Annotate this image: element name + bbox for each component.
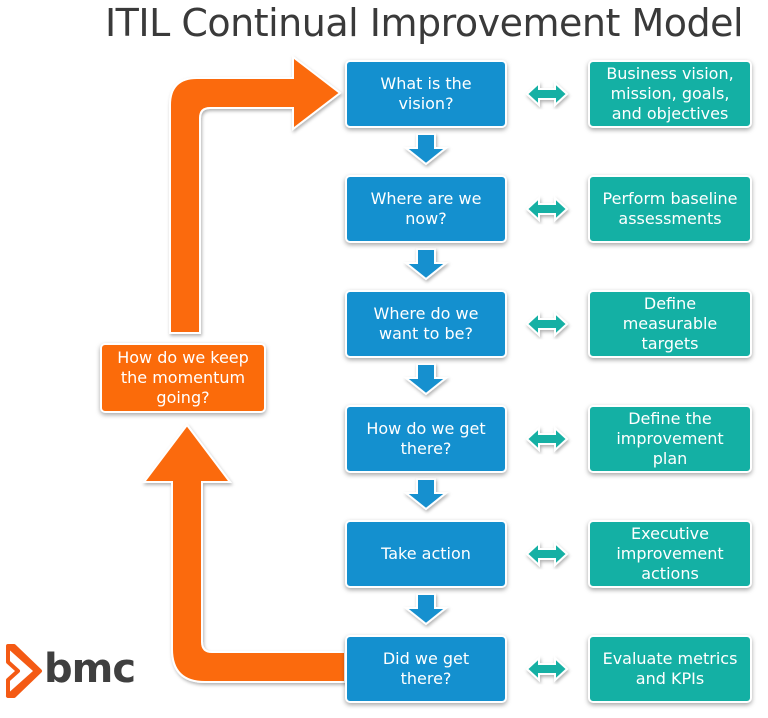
bidirectional-arrow-icon <box>525 655 569 683</box>
step-box: Did we get there? <box>345 635 507 703</box>
outcome-box: Business vision, mission, goals, and obj… <box>588 60 752 128</box>
bidirectional-arrow-icon <box>525 425 569 453</box>
bmc-logo-text: bmc <box>44 646 136 692</box>
down-arrow-icon <box>403 248 449 281</box>
outcome-text: Define the improvement plan <box>616 409 724 468</box>
bidirectional-arrow-icon <box>525 80 569 108</box>
step-question: Did we get there? <box>382 649 470 688</box>
outcome-box: Executive improvement actions <box>588 520 752 588</box>
bidirectional-arrow-icon <box>525 195 569 223</box>
step-question: What is the vision? <box>380 74 472 113</box>
step-box: Where do we want to be? <box>345 290 507 358</box>
down-arrow-icon <box>403 478 449 511</box>
outcome-text: Define measurable targets <box>622 294 718 353</box>
down-arrow-icon <box>403 363 449 396</box>
outcome-text: Business vision, mission, goals, and obj… <box>606 64 734 123</box>
bidirectional-arrow-icon <box>525 540 569 568</box>
outcome-box: Define measurable targets <box>588 290 752 358</box>
step-question: Where are we now? <box>370 189 482 228</box>
loop-box-label: How do we keep the momentum going? <box>117 348 249 407</box>
bmc-chevron-logo-icon <box>6 644 42 698</box>
down-arrow-icon <box>403 593 449 626</box>
step-question: How do we get there? <box>366 419 486 458</box>
step-box: What is the vision? <box>345 60 507 128</box>
step-box: Take action <box>345 520 507 588</box>
loop-box-momentum: How do we keep the momentum going? <box>100 343 266 413</box>
outcome-box: Evaluate metrics and KPIs <box>588 635 752 703</box>
bidirectional-arrow-icon <box>525 310 569 338</box>
step-question: Where do we want to be? <box>373 304 479 343</box>
loop-arrow-bottom <box>141 423 346 683</box>
step-box: How do we get there? <box>345 405 507 473</box>
outcome-text: Evaluate metrics and KPIs <box>602 649 738 688</box>
outcome-text: Perform baseline assessments <box>602 189 738 228</box>
outcome-box: Perform baseline assessments <box>588 175 752 243</box>
step-question: Take action <box>381 544 471 563</box>
outcome-box: Define the improvement plan <box>588 405 752 473</box>
down-arrow-icon <box>403 133 449 166</box>
outcome-text: Executive improvement actions <box>616 524 724 583</box>
loop-arrow-top <box>169 54 342 334</box>
step-box: Where are we now? <box>345 175 507 243</box>
